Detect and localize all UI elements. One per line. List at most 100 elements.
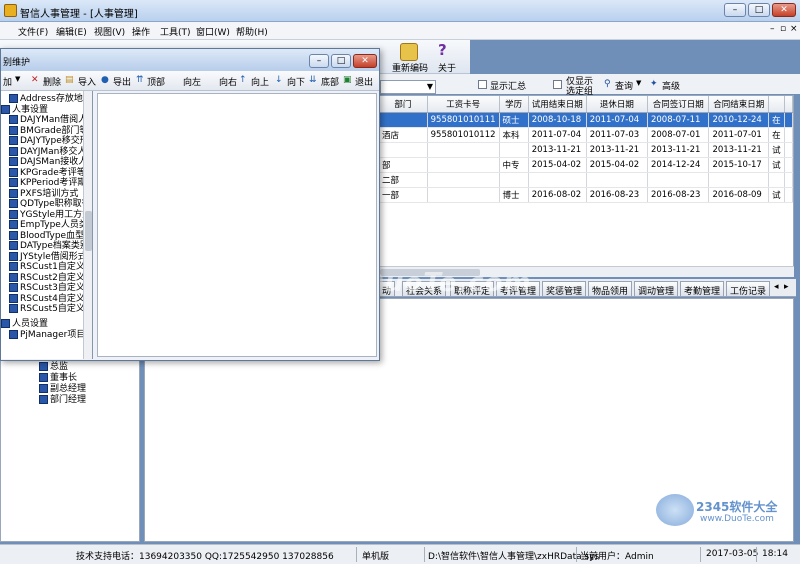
cell: 2013-11-21: [647, 142, 710, 158]
tab-scroll-right-icon[interactable]: ▸: [784, 282, 789, 292]
down-button[interactable]: 向下: [287, 75, 305, 88]
show-summary-label: 显示汇总: [490, 82, 527, 92]
add-dropdown-icon[interactable]: ▼: [15, 75, 20, 83]
table-row[interactable]: 一部 博士 2016-08-02 2016-08-23 2016-08-23 2016-0…: [379, 187, 793, 203]
cell: 2011-07-04: [586, 112, 648, 128]
dialog-tree-scrollbar[interactable]: [83, 91, 92, 359]
renumber-icon[interactable]: [400, 43, 418, 61]
menu-tools[interactable]: 工具(T): [160, 25, 191, 38]
cell: [768, 172, 786, 188]
tab-injury[interactable]: 工伤记录: [726, 281, 771, 297]
col-status[interactable]: [768, 96, 786, 113]
dialog-detail-pane[interactable]: [97, 93, 377, 357]
col-probation-end[interactable]: 试用结束日期: [528, 96, 587, 113]
cell: 955801010112: [427, 127, 500, 143]
menu-help[interactable]: 帮助(H): [236, 25, 268, 38]
tree-node[interactable]: RSCust5自定义5: [9, 301, 91, 314]
cell: [784, 157, 793, 173]
mdi-minimize-icon[interactable]: –: [770, 24, 775, 34]
close-button[interactable]: ✕: [772, 3, 796, 17]
show-summary-checkbox[interactable]: [478, 80, 487, 89]
tab-scroll-left-icon[interactable]: ◂: [774, 282, 779, 292]
cell: 在: [768, 112, 786, 128]
maximize-button[interactable]: □: [748, 3, 770, 17]
tab-items[interactable]: 物品领用: [588, 281, 633, 297]
up-icon[interactable]: ↑: [239, 75, 247, 85]
cell: 试: [768, 157, 786, 173]
help-icon[interactable]: ?: [438, 41, 447, 59]
about-button-label[interactable]: 关于: [438, 61, 456, 74]
mdi-restore-icon[interactable]: ▫: [780, 24, 786, 34]
delete-icon[interactable]: ✕: [31, 75, 39, 85]
query-icon[interactable]: ⚲: [604, 79, 611, 89]
down-icon[interactable]: ↓: [275, 75, 283, 85]
top-button[interactable]: 顶部: [147, 75, 165, 88]
bottom-button[interactable]: 底部: [321, 75, 339, 88]
tab-attendance[interactable]: 考勤管理: [680, 281, 725, 297]
query-dropdown-icon[interactable]: ▼: [636, 79, 641, 87]
exit-button[interactable]: 退出: [355, 75, 373, 88]
dialog-minimize-button[interactable]: –: [309, 54, 329, 68]
cell: 2016-08-02: [528, 187, 587, 203]
main-title-bar: 智信人事管理 - [人事管理] – □ ✕: [0, 0, 800, 22]
menu-edit[interactable]: 编辑(E): [56, 25, 87, 38]
scrollbar-thumb[interactable]: [85, 211, 92, 251]
employee-grid[interactable]: 部门 工资卡号 学历 试用结束日期 退休日期 合同签订日期 合同结束日期 955…: [378, 95, 794, 267]
table-row[interactable]: 2013-11-21 2013-11-21 2013-11-21 2013-11-21…: [379, 142, 793, 158]
exit-icon[interactable]: ▣: [343, 75, 352, 85]
col-contract-sign[interactable]: 合同签订日期: [647, 96, 710, 113]
dialog-maximize-button[interactable]: □: [331, 54, 351, 68]
col-retire-date[interactable]: 退休日期: [586, 96, 648, 113]
add-button[interactable]: 加: [3, 75, 12, 88]
renumber-button-label[interactable]: 重新编码: [392, 61, 428, 74]
group-combo[interactable]: ▼: [380, 80, 436, 94]
cell: 2008-10-18: [528, 112, 587, 128]
edition-label: 单机版: [362, 552, 390, 562]
menu-view[interactable]: 视图(V): [94, 25, 125, 38]
cell: 2010-12-24: [708, 112, 770, 128]
import-button[interactable]: 导入: [78, 75, 96, 88]
dialog-category-tree[interactable]: Address存放地点 人事设置 DAJYMan借阅人 BMGrade部门等级 …: [1, 91, 93, 359]
mdi-close-icon[interactable]: ×: [790, 24, 798, 34]
cell: 2013-11-21: [528, 142, 587, 158]
window-title: 智信人事管理 - [人事管理]: [20, 9, 138, 20]
dialog-close-button[interactable]: ✕: [353, 54, 377, 68]
advanced-button[interactable]: 高级: [662, 79, 680, 92]
top-icon[interactable]: ⇈: [136, 75, 144, 85]
dialog-title-bar: 别维护 – □ ✕: [1, 49, 379, 71]
cell: 955801010111: [427, 112, 500, 128]
export-button[interactable]: 导出: [113, 75, 131, 88]
table-row[interactable]: 部中专 2015-04-02 2015-04-02 2014-12-24 2015-10…: [379, 157, 793, 173]
col-contract-end[interactable]: 合同结束日期: [708, 96, 770, 113]
left-button[interactable]: 向左: [183, 75, 201, 88]
col-department[interactable]: 部门: [379, 96, 428, 113]
tree-node[interactable]: PjManager项目经理: [9, 327, 92, 340]
bottom-icon[interactable]: ⇊: [309, 75, 317, 85]
cell: 2008-07-01: [647, 127, 710, 143]
minimize-button[interactable]: –: [724, 3, 746, 17]
table-row[interactable]: 酒店 955801010112 本科 2011-07-04 2011-07-03 2008…: [379, 127, 793, 143]
cell: 部: [379, 157, 428, 173]
data-path: D:\智信软件\智信人事管理\zxHRData.sys: [428, 552, 600, 562]
tab-transfer[interactable]: 调动管理: [634, 281, 679, 297]
col-extra[interactable]: [784, 96, 793, 113]
export-icon[interactable]: ●: [101, 75, 109, 85]
menu-action[interactable]: 操作: [132, 25, 150, 38]
query-button[interactable]: 查询: [615, 79, 633, 92]
table-row[interactable]: 二部: [379, 172, 793, 188]
advanced-icon[interactable]: ✦: [650, 79, 658, 89]
table-row[interactable]: 955801010111 硕士 2008-10-18 2011-07-04 2008-0…: [379, 112, 793, 128]
category-maintenance-dialog: 别维护 – □ ✕ 加 ▼ ✕ 删除 ▤ 导入 ● 导出 ⇈ 顶部 向左 向右 …: [0, 48, 380, 361]
col-salary-card[interactable]: 工资卡号: [427, 96, 500, 113]
menu-file[interactable]: 文件(F): [18, 25, 48, 38]
show-selected-checkbox[interactable]: [553, 80, 562, 89]
tree-node[interactable]: 部门经理: [39, 392, 86, 405]
col-education[interactable]: 学历: [499, 96, 529, 113]
cell: 博士: [499, 187, 529, 203]
up-button[interactable]: 向上: [251, 75, 269, 88]
tab-rewards[interactable]: 奖惩管理: [542, 281, 587, 297]
delete-button[interactable]: 删除: [43, 75, 61, 88]
menu-window[interactable]: 窗口(W): [196, 25, 230, 38]
right-button[interactable]: 向右: [219, 75, 237, 88]
import-icon[interactable]: ▤: [65, 75, 74, 85]
